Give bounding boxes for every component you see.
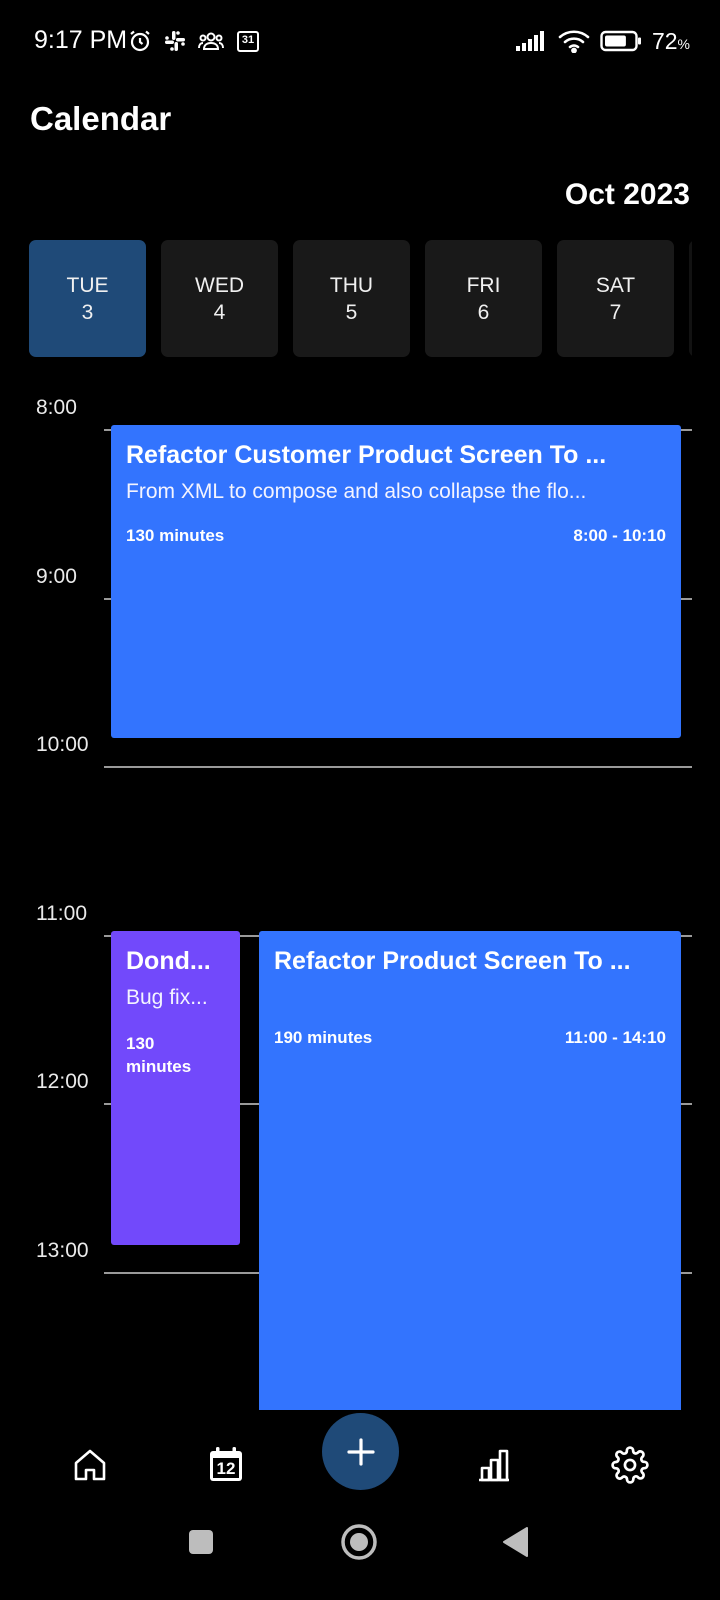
back-button[interactable] xyxy=(500,1525,530,1559)
day-chip-sat[interactable]: SAT 7 xyxy=(557,240,674,357)
bottom-navigation: 12 xyxy=(0,1410,720,1520)
hour-label: 12:00 xyxy=(36,1070,89,1093)
hour-divider xyxy=(104,766,692,768)
nav-calendar[interactable]: 12 xyxy=(201,1440,251,1490)
event-description: From XML to compose and also collapse th… xyxy=(126,480,587,503)
day-date: 4 xyxy=(213,300,226,324)
battery-percent: 72% xyxy=(651,27,690,54)
day-of-week: THU xyxy=(329,273,374,297)
signal-icon xyxy=(515,30,548,52)
day-of-week: SAT xyxy=(595,273,636,297)
recents-button[interactable] xyxy=(186,1527,216,1557)
event-duration: 190 minutes xyxy=(274,1028,373,1047)
home-button[interactable] xyxy=(340,1523,378,1561)
event-time-range: 8:00 - 10:10 xyxy=(573,526,666,545)
event-card[interactable]: Refactor Product Screen To ... 190 minut… xyxy=(259,931,681,1410)
day-timeline[interactable]: 8:00 9:00 10:00 11:00 12:00 13:00 Refact… xyxy=(0,380,720,1410)
wifi-icon xyxy=(558,29,590,53)
group-icon xyxy=(198,30,224,52)
add-event-button[interactable] xyxy=(322,1413,399,1490)
home-icon xyxy=(71,1446,109,1484)
event-meta: 190 minutes 11:00 - 14:10 xyxy=(274,1028,666,1048)
hour-row: 10:00 xyxy=(0,733,720,773)
day-of-week: TUE xyxy=(66,273,109,297)
hour-label: 10:00 xyxy=(36,733,89,756)
day-chip-fri[interactable]: FRI 6 xyxy=(425,240,542,357)
notification-icons: 31 xyxy=(128,26,260,56)
system-status: 72% xyxy=(515,26,690,56)
event-title: Dond... xyxy=(126,947,211,975)
calendar-icon: 12 xyxy=(207,1446,245,1484)
hour-label: 8:00 xyxy=(36,396,77,419)
event-title: Refactor Product Screen To ... xyxy=(274,947,631,975)
calendar-badge-text: 31 xyxy=(241,34,255,46)
event-duration-value: 130 xyxy=(126,1034,155,1053)
event-meta: 130 minutes xyxy=(126,1032,225,1078)
day-date: 7 xyxy=(609,300,622,324)
day-date: 6 xyxy=(477,300,490,324)
day-chip-next[interactable] xyxy=(689,240,692,357)
battery-icon xyxy=(600,30,642,52)
calendar-icon-number: 12 xyxy=(216,1459,236,1478)
event-time-range: 11:00 - 14:10 xyxy=(564,1028,666,1047)
month-label[interactable]: Oct 2023 xyxy=(565,178,690,212)
nav-settings[interactable] xyxy=(605,1440,655,1490)
back-triangle-icon xyxy=(501,1526,529,1558)
system-navigation xyxy=(0,1520,720,1600)
event-card[interactable]: Refactor Customer Product Screen To ... … xyxy=(111,425,681,738)
day-date: 3 xyxy=(81,300,94,324)
day-date: 5 xyxy=(345,300,358,324)
alarm-icon xyxy=(128,29,152,53)
circle-icon xyxy=(340,1523,378,1561)
square-icon xyxy=(188,1529,214,1555)
event-title: Refactor Customer Product Screen To ... xyxy=(126,441,607,469)
calendar-notification-icon: 31 xyxy=(236,29,260,53)
event-card[interactable]: Dond... Bug fix... 130 minutes xyxy=(111,931,240,1245)
nav-statistics[interactable] xyxy=(469,1440,519,1490)
hour-label: 11:00 xyxy=(36,902,87,925)
event-duration: 130 minutes xyxy=(126,526,225,545)
event-description: Bug fix... xyxy=(126,986,208,1009)
page-title: Calendar xyxy=(30,100,172,137)
hour-label: 13:00 xyxy=(36,1239,89,1262)
day-selector: TUE 3 WED 4 THU 5 FRI 6 SAT 7 xyxy=(29,240,692,358)
day-of-week: WED xyxy=(195,273,244,297)
day-chip-tue[interactable]: TUE 3 xyxy=(29,240,146,357)
event-meta: 130 minutes 8:00 - 10:10 xyxy=(126,526,666,546)
status-bar: 9:17 PM 31 72% xyxy=(0,0,720,80)
nav-home[interactable] xyxy=(65,1440,115,1490)
settings-icon xyxy=(611,1446,649,1484)
day-chip-wed[interactable]: WED 4 xyxy=(161,240,278,357)
add-icon xyxy=(345,1436,377,1468)
status-time: 9:17 PM xyxy=(34,26,128,54)
hour-label: 9:00 xyxy=(36,565,77,588)
stats-icon xyxy=(475,1446,513,1484)
slack-icon xyxy=(164,30,186,52)
day-chip-thu[interactable]: THU 5 xyxy=(293,240,410,357)
event-duration-unit: minutes xyxy=(126,1057,192,1076)
day-of-week: FRI xyxy=(466,273,501,297)
